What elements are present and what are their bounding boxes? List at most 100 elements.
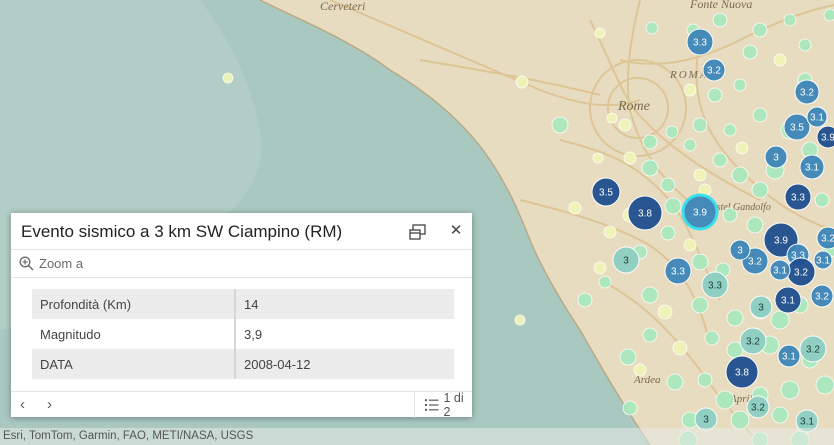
earthquake-cluster[interactable]: 3.3 (664, 257, 692, 285)
earthquake-point-65[interactable] (697, 372, 713, 388)
earthquake-point-22[interactable] (723, 123, 737, 137)
earthquake-point-34[interactable] (603, 225, 617, 239)
earthquake-cluster[interactable]: 3.1 (777, 344, 801, 368)
earthquake-point-40[interactable] (683, 238, 697, 252)
earthquake-point-10[interactable] (742, 44, 758, 60)
zoom-to-button[interactable]: Zoom a (19, 253, 83, 273)
earthquake-point-39[interactable] (660, 225, 676, 241)
earthquake-cluster[interactable]: 3.1 (769, 259, 791, 281)
earthquake-point-5[interactable] (712, 12, 728, 28)
earthquake-point-64[interactable] (666, 373, 684, 391)
earthquake-point-32[interactable] (751, 181, 769, 199)
earthquake-point-28[interactable] (660, 177, 676, 193)
cluster-magnitude-label: 3.2 (815, 292, 829, 303)
earthquake-cluster[interactable]: 3.1 (799, 154, 825, 180)
earthquake-point-25[interactable] (592, 152, 604, 164)
earthquake-cluster[interactable]: 3.5 (783, 113, 811, 141)
earthquake-point-78[interactable] (814, 192, 830, 208)
earthquake-point-3[interactable] (645, 21, 659, 35)
previous-feature-button[interactable]: ‹ (20, 396, 36, 413)
earthquake-point-43[interactable] (691, 253, 709, 271)
earthquake-cluster[interactable]: 3 (749, 295, 773, 319)
earthquake-point-41[interactable] (593, 261, 607, 275)
earthquake-point-1[interactable] (515, 75, 529, 89)
earthquake-point-50[interactable] (726, 309, 744, 327)
earthquake-point-49[interactable] (691, 296, 709, 314)
earthquake-point-36[interactable] (664, 197, 682, 215)
earthquake-point-0[interactable] (222, 72, 234, 84)
earthquake-cluster[interactable]: 3 (612, 246, 640, 274)
earthquake-cluster[interactable]: 3.2 (810, 284, 834, 308)
earthquake-point-19[interactable] (642, 134, 658, 150)
attribute-value: 2008-04-12 (235, 349, 454, 379)
earthquake-point-37[interactable] (722, 207, 738, 223)
earthquake-point-55[interactable] (619, 348, 637, 366)
earthquake-point-57[interactable] (672, 340, 688, 356)
earthquake-point-47[interactable] (641, 286, 659, 304)
earthquake-cluster[interactable]: 3 (694, 407, 718, 431)
earthquake-point-8[interactable] (798, 38, 812, 52)
earthquake-point-52[interactable] (770, 310, 790, 330)
earthquake-point-16[interactable] (551, 116, 569, 134)
earthquake-point-13[interactable] (707, 87, 723, 103)
earthquake-cluster[interactable]: 3.3 (784, 183, 812, 211)
earthquake-point-27[interactable] (641, 159, 659, 177)
earthquake-point-11[interactable] (773, 53, 787, 67)
earthquake-point-12[interactable] (683, 83, 697, 97)
earthquake-point-72[interactable] (771, 406, 789, 424)
earthquake-point-54[interactable] (514, 314, 526, 326)
earthquake-point-46[interactable] (598, 275, 612, 289)
feature-list-button[interactable]: 1 di 2 (414, 391, 473, 419)
earthquake-point-56[interactable] (642, 327, 658, 343)
earthquake-cluster[interactable]: 3 (764, 145, 788, 169)
earthquake-point-29[interactable] (693, 168, 707, 182)
earthquake-point-45[interactable] (577, 292, 593, 308)
earthquake-point-63[interactable] (633, 363, 647, 377)
earthquake-point-23[interactable] (735, 141, 749, 155)
earthquake-cluster[interactable]: 3.5 (591, 177, 621, 207)
earthquake-point-62[interactable] (815, 375, 834, 395)
earthquake-cluster[interactable]: 3.1 (774, 286, 802, 314)
earthquake-point-66[interactable] (715, 390, 735, 410)
earthquake-point-38[interactable] (746, 216, 764, 234)
earthquake-cluster[interactable]: 3 (729, 239, 751, 261)
earthquake-point-69[interactable] (622, 400, 638, 416)
earthquake-cluster[interactable]: 3.8 (725, 355, 759, 389)
earthquake-cluster[interactable]: 3.2 (739, 327, 767, 355)
earthquake-cluster[interactable]: 3.2 (816, 226, 834, 250)
earthquake-point-33[interactable] (568, 201, 582, 215)
earthquake-point-31[interactable] (731, 166, 749, 184)
earthquake-point-48[interactable] (657, 304, 673, 320)
earthquake-point-17[interactable] (606, 112, 618, 124)
earthquake-point-83[interactable] (683, 138, 697, 152)
earthquake-cluster[interactable]: 3.9 (816, 125, 834, 149)
earthquake-cluster[interactable]: 3.1 (806, 106, 828, 128)
earthquake-point-26[interactable] (623, 151, 637, 165)
earthquake-point-68[interactable] (780, 380, 800, 400)
earthquake-point-21[interactable] (692, 117, 708, 133)
earthquake-cluster[interactable]: 3.3 (686, 28, 714, 56)
earthquake-point-71[interactable] (730, 410, 750, 430)
earthquake-point-7[interactable] (783, 13, 797, 27)
earthquake-cluster[interactable]: 3.9 (681, 193, 719, 231)
earthquake-point-2[interactable] (594, 27, 606, 39)
next-feature-button[interactable]: › (47, 396, 63, 413)
earthquake-cluster[interactable]: 3.2 (786, 257, 816, 287)
earthquake-point-6[interactable] (752, 22, 768, 38)
earthquake-cluster[interactable]: 3.8 (627, 195, 663, 231)
earthquake-point-18[interactable] (618, 118, 632, 132)
earthquake-point-24[interactable] (752, 107, 768, 123)
earthquake-point-14[interactable] (733, 78, 747, 92)
earthquake-point-58[interactable] (704, 330, 720, 346)
earthquake-cluster[interactable]: 3.2 (794, 79, 820, 105)
earthquake-cluster[interactable]: 3.3 (701, 271, 729, 299)
earthquake-cluster[interactable]: 3.2 (799, 335, 827, 363)
close-button[interactable]: ✕ (447, 222, 465, 240)
earthquake-point-9[interactable] (823, 8, 834, 22)
earthquake-cluster[interactable]: 3.1 (813, 250, 833, 270)
earthquake-point-30[interactable] (712, 152, 728, 168)
earthquake-point-20[interactable] (665, 125, 679, 139)
earthquake-cluster[interactable]: 3.2 (746, 395, 770, 419)
dock-button[interactable] (409, 223, 427, 241)
earthquake-cluster[interactable]: 3.2 (702, 58, 726, 82)
